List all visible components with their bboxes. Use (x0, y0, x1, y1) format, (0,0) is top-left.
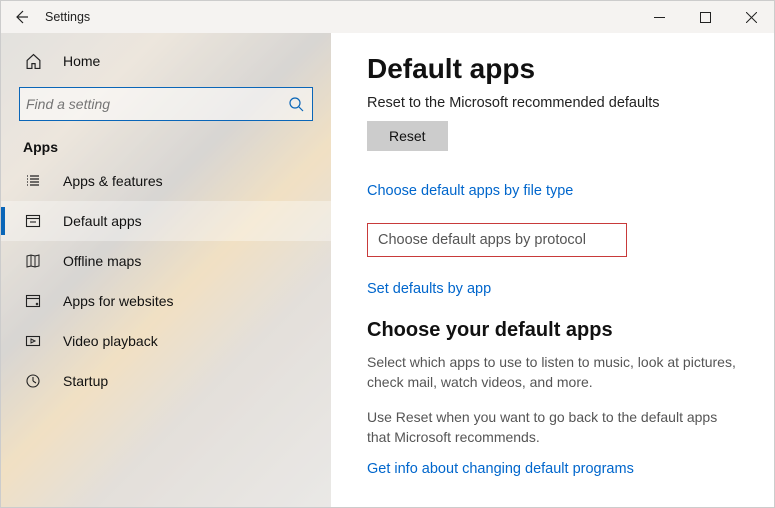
sidebar-item-startup[interactable]: Startup (1, 361, 331, 401)
content-pane: Default apps Reset to the Microsoft reco… (331, 33, 774, 507)
window-body: Home Apps Apps & features (1, 33, 774, 507)
arrow-left-icon (13, 9, 29, 25)
sidebar-item-label: Offline maps (63, 253, 141, 269)
choose-heading: Choose your default apps (367, 319, 744, 342)
defaults-icon (23, 213, 43, 229)
sidebar: Home Apps Apps & features (1, 33, 331, 507)
link-set-by-app[interactable]: Set defaults by app (367, 281, 744, 297)
sidebar-item-label: Apps for websites (63, 293, 174, 309)
link-choose-by-protocol[interactable]: Choose default apps by protocol (367, 223, 627, 257)
search-input[interactable] (19, 87, 313, 121)
link-choose-by-filetype[interactable]: Choose default apps by file type (367, 183, 744, 199)
sidebar-item-video-playback[interactable]: Video playback (1, 321, 331, 361)
choose-paragraph-1: Select which apps to use to listen to mu… (367, 352, 744, 393)
sidebar-home-label: Home (63, 53, 100, 69)
sidebar-item-label: Apps & features (63, 173, 163, 189)
sidebar-item-apps-features[interactable]: Apps & features (1, 161, 331, 201)
startup-icon (23, 373, 43, 389)
close-icon (746, 12, 757, 23)
close-button[interactable] (728, 1, 774, 33)
minimize-button[interactable] (636, 1, 682, 33)
back-button[interactable] (1, 1, 41, 33)
info-link[interactable]: Get info about changing default programs (367, 461, 744, 477)
sidebar-section-title: Apps (1, 131, 331, 161)
sidebar-item-label: Video playback (63, 333, 158, 349)
list-icon (23, 173, 43, 189)
home-icon (23, 53, 43, 70)
sidebar-item-apps-websites[interactable]: Apps for websites (1, 281, 331, 321)
sidebar-home[interactable]: Home (1, 41, 331, 81)
sidebar-item-label: Startup (63, 373, 108, 389)
reset-caption: Reset to the Microsoft recommended defau… (367, 95, 744, 111)
window-title: Settings (41, 10, 90, 24)
sidebar-item-label: Default apps (63, 213, 142, 229)
sidebar-item-default-apps[interactable]: Default apps (1, 201, 331, 241)
search-field[interactable] (26, 96, 288, 112)
page-heading: Default apps (367, 53, 744, 85)
search-container (19, 87, 313, 121)
maximize-button[interactable] (682, 1, 728, 33)
maximize-icon (700, 12, 711, 23)
titlebar: Settings (1, 1, 774, 33)
browser-icon (23, 293, 43, 309)
sidebar-item-offline-maps[interactable]: Offline maps (1, 241, 331, 281)
settings-window: Settings Home (0, 0, 775, 508)
search-icon (288, 96, 304, 112)
minimize-icon (654, 12, 665, 23)
map-icon (23, 253, 43, 269)
reset-button[interactable]: Reset (367, 121, 448, 151)
choose-paragraph-2: Use Reset when you want to go back to th… (367, 407, 744, 448)
video-icon (23, 333, 43, 349)
